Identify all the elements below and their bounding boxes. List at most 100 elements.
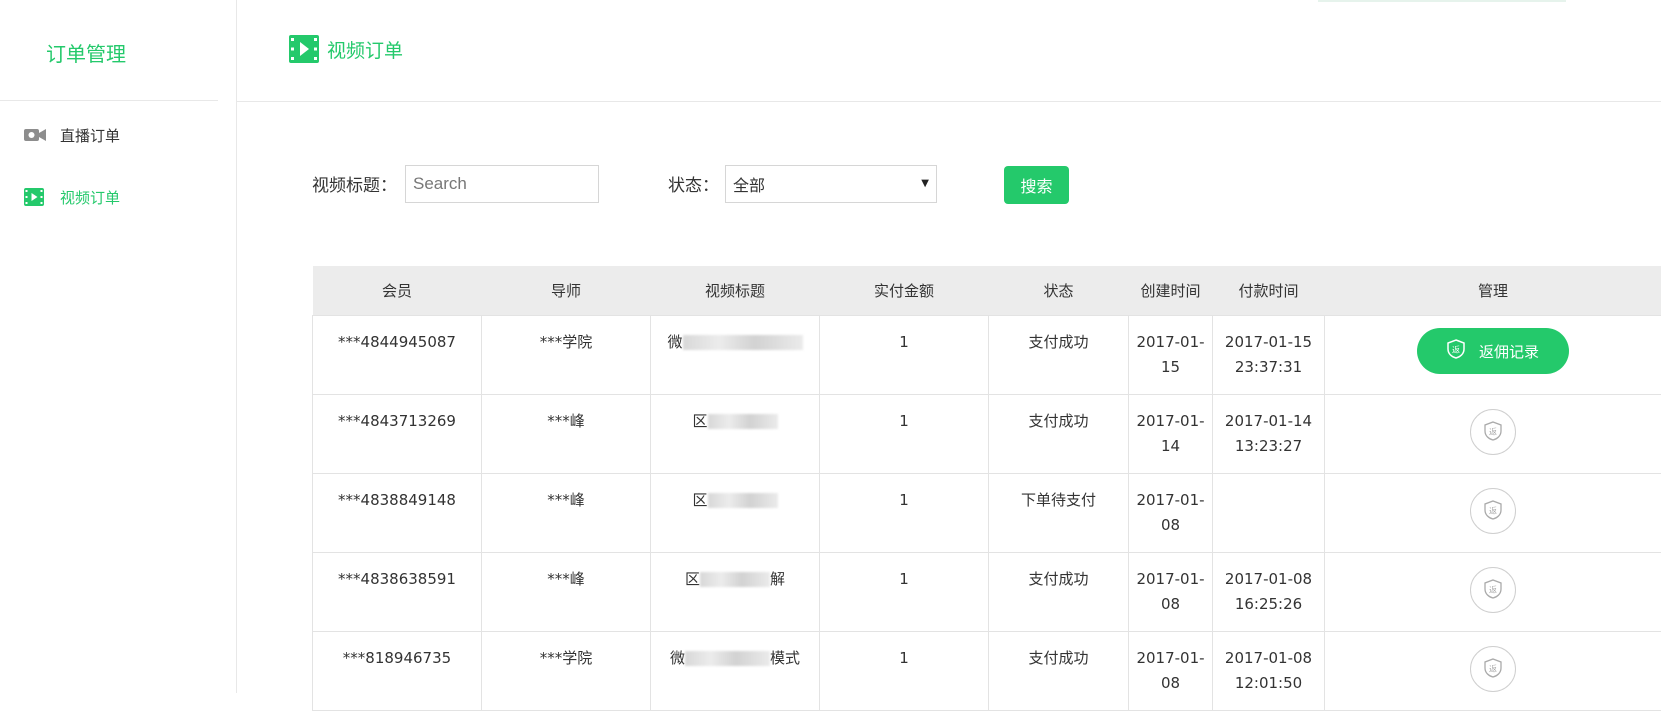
commission-record-button[interactable]: 返 [1470, 409, 1516, 455]
sidebar-divider [0, 100, 218, 101]
created-cell: 2017-01-08 [1129, 553, 1213, 632]
column-header-status: 状态 [989, 266, 1129, 316]
sidebar-title: 订单管理 [46, 38, 126, 67]
sidebar-item-live-orders[interactable]: 直播订单 [24, 123, 120, 147]
amount-cell: 1 [820, 395, 989, 474]
paid-cell [1213, 474, 1325, 553]
member-cell: ***4843713269 [313, 395, 482, 474]
manage-cell: 返 [1325, 632, 1661, 711]
sidebar: 订单管理 直播订单 视频订单 [0, 0, 237, 693]
video-camera-icon [24, 126, 46, 144]
title-suffix: 模式 [770, 649, 800, 667]
table-row: ***4843713269 ***峰 区 1 支付成功 2017-01-14 2… [313, 395, 1661, 474]
orders-table: 会员 导师 视频标题 实付金额 状态 创建时间 付款时间 管理 ***48449… [312, 266, 1661, 711]
column-header-created: 创建时间 [1129, 266, 1213, 316]
table-row: ***4844945087 ***学院 微 1 支付成功 2017-01-15 … [313, 316, 1661, 395]
mentor-cell: ***峰 [482, 474, 651, 553]
table-row: ***4838849148 ***峰 区 1 下单待支付 2017-01-08 … [313, 474, 1661, 553]
member-cell: ***4844945087 [313, 316, 482, 395]
paid-cell: 2017-01-14 13:23:27 [1213, 395, 1325, 474]
search-button[interactable]: 搜索 [1004, 166, 1069, 204]
video-title-cell: 微 模式 [651, 632, 820, 711]
status-select[interactable]: 全部 ▼ [725, 165, 937, 203]
commission-record-button[interactable]: 返 [1470, 488, 1516, 534]
shield-icon: 返 [1484, 500, 1502, 523]
sidebar-item-label: 直播订单 [60, 125, 120, 146]
column-header-member: 会员 [313, 266, 482, 316]
amount-cell: 1 [820, 632, 989, 711]
column-header-paid: 付款时间 [1213, 266, 1325, 316]
video-title-cell: 区 [651, 395, 820, 474]
status-cell: 支付成功 [989, 553, 1129, 632]
redacted-text [685, 651, 770, 666]
commission-record-button[interactable]: 返 返佣记录 [1417, 328, 1569, 374]
mentor-cell: ***峰 [482, 395, 651, 474]
commission-record-label: 返佣记录 [1479, 341, 1539, 362]
table-row: ***4838638591 ***峰 区 解 1 支付成功 2017-01-08 … [313, 553, 1661, 632]
title-suffix: 解 [770, 570, 785, 588]
mentor-cell: ***学院 [482, 316, 651, 395]
status-cell: 下单待支付 [989, 474, 1129, 553]
sidebar-item-label: 视频订单 [60, 187, 120, 208]
status-cell: 支付成功 [989, 316, 1129, 395]
film-icon [289, 34, 319, 64]
amount-cell: 1 [820, 316, 989, 395]
commission-icon-glyph: 返 [1489, 585, 1497, 594]
title-prefix: 微 [670, 649, 685, 667]
film-icon [24, 188, 46, 206]
mentor-cell: ***峰 [482, 553, 651, 632]
manage-cell: 返 [1325, 553, 1661, 632]
paid-cell: 2017-01-08 16:25:26 [1213, 553, 1325, 632]
paid-cell: 2017-01-15 23:37:31 [1213, 316, 1325, 395]
redacted-text [683, 335, 803, 350]
created-cell: 2017-01-15 [1129, 316, 1213, 395]
svg-text:返: 返 [1452, 346, 1460, 355]
sidebar-item-video-orders[interactable]: 视频订单 [24, 185, 120, 209]
commission-record-button[interactable]: 返 [1470, 567, 1516, 613]
status-cell: 支付成功 [989, 395, 1129, 474]
title-prefix: 区 [692, 491, 707, 509]
video-title-cell: 微 [651, 316, 820, 395]
title-prefix: 区 [692, 412, 707, 430]
redacted-text [708, 493, 778, 508]
amount-cell: 1 [820, 474, 989, 553]
column-header-amount: 实付金额 [820, 266, 989, 316]
commission-record-button[interactable]: 返 [1470, 646, 1516, 692]
created-cell: 2017-01-08 [1129, 632, 1213, 711]
title-prefix: 区 [685, 570, 700, 588]
redacted-text [708, 414, 778, 429]
paid-cell: 2017-01-08 12:01:50 [1213, 632, 1325, 711]
commission-icon-glyph: 返 [1489, 506, 1497, 515]
manage-cell: 返 [1325, 474, 1661, 553]
page-title: 视频订单 [289, 34, 403, 64]
commission-icon-glyph: 返 [1489, 427, 1497, 436]
member-cell: ***4838638591 [313, 553, 482, 632]
status-select-value: 全部 [733, 172, 765, 196]
title-search-input[interactable] [405, 165, 599, 203]
created-cell: 2017-01-14 [1129, 395, 1213, 474]
chevron-down-icon: ▼ [921, 178, 929, 189]
title-filter-label: 视频标题： [312, 171, 397, 196]
created-cell: 2017-01-08 [1129, 474, 1213, 553]
amount-cell: 1 [820, 553, 989, 632]
shield-icon: 返 [1484, 658, 1502, 681]
column-header-video-title: 视频标题 [651, 266, 820, 316]
status-filter-label: 状态： [668, 171, 719, 196]
title-prefix: 微 [667, 333, 682, 351]
manage-cell: 返 [1325, 395, 1661, 474]
mentor-cell: ***学院 [482, 632, 651, 711]
redacted-text [700, 572, 770, 587]
video-title-cell: 区 [651, 474, 820, 553]
shield-icon: 返 [1447, 339, 1465, 363]
shield-icon: 返 [1484, 421, 1502, 444]
shield-icon: 返 [1484, 579, 1502, 602]
commission-icon-glyph: 返 [1489, 664, 1497, 673]
manage-cell: 返 返佣记录 [1325, 316, 1661, 395]
table-row: ***818946735 ***学院 微 模式 1 支付成功 2017-01-08… [313, 632, 1661, 711]
page-header: 视频订单 [237, 0, 1661, 102]
member-cell: ***818946735 [313, 632, 482, 711]
column-header-manage: 管理 [1325, 266, 1661, 316]
column-header-mentor: 导师 [482, 266, 651, 316]
status-cell: 支付成功 [989, 632, 1129, 711]
table-header-row: 会员 导师 视频标题 实付金额 状态 创建时间 付款时间 管理 [313, 266, 1661, 316]
